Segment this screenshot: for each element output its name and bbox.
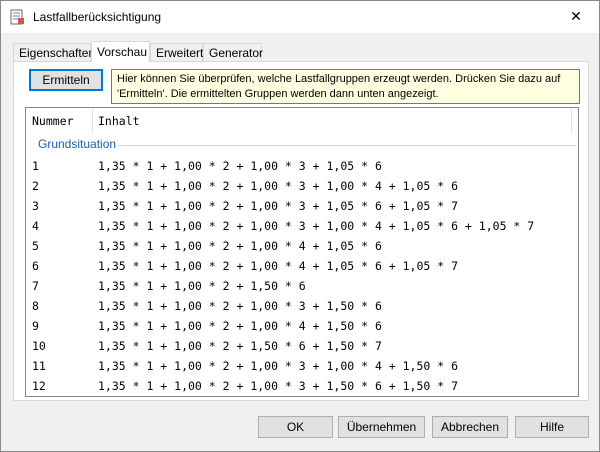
row-number: 11 [32,359,46,373]
help-button[interactable]: Hilfe [515,416,589,438]
row-content: 1,35 * 1 + 1,00 * 2 + 1,50 * 6 [98,279,306,293]
list-row[interactable]: 2 1,35 * 1 + 1,00 * 2 + 1,00 * 3 + 1,00 *… [26,176,578,196]
row-content: 1,35 * 1 + 1,00 * 2 + 1,50 * 6 + 1,50 * … [98,339,382,353]
ok-button[interactable]: OK [258,416,333,438]
list-row[interactable]: 4 1,35 * 1 + 1,00 * 2 + 1,00 * 3 + 1,00 *… [26,216,578,236]
window-title: Lastfallberücksichtigung [33,10,162,24]
group-label: Grundsituation [38,137,117,151]
tab-label: Vorschau [97,45,148,59]
title-bar: Lastfallberücksichtigung ✕ [1,1,599,33]
list-row[interactable]: 12 1,35 * 1 + 1,00 * 2 + 1,00 * 3 + 1,50 … [26,376,578,396]
row-content: 1,35 * 1 + 1,00 * 2 + 1,00 * 3 + 1,05 * … [98,199,459,213]
dialog-window: Lastfallberücksichtigung ✕ Eigenschaften… [0,0,600,452]
list-row[interactable]: 8 1,35 * 1 + 1,00 * 2 + 1,00 * 3 + 1,50 *… [26,296,578,316]
row-number: 4 [32,219,39,233]
apply-button[interactable]: Übernehmen [338,416,425,438]
column-header-inhalt[interactable]: Inhalt [98,114,140,128]
row-number: 2 [32,179,39,193]
list-row[interactable]: 11 1,35 * 1 + 1,00 * 2 + 1,00 * 3 + 1,00 … [26,356,578,376]
hint-line-2: 'Ermitteln'. Die ermittelten Gruppen wer… [117,88,439,100]
tab-label: Generator [209,46,264,60]
column-divider[interactable] [571,108,572,134]
row-content: 1,35 * 1 + 1,00 * 2 + 1,00 * 3 + 1,05 * … [98,159,382,173]
tab-vorschau[interactable]: Vorschau [91,41,150,62]
list-header: Nummer Inhalt [26,108,578,134]
row-number: 7 [32,279,39,293]
list-row[interactable]: 7 1,35 * 1 + 1,00 * 2 + 1,50 * 6 [26,276,578,296]
group-header: Grundsituation [26,136,578,154]
list-row[interactable]: 10 1,35 * 1 + 1,00 * 2 + 1,50 * 6 + 1,50 … [26,336,578,356]
app-icon [9,9,25,25]
tab-erweitert[interactable]: Erweitert [150,43,203,61]
cancel-button[interactable]: Abbrechen [432,416,508,438]
row-number: 9 [32,319,39,333]
tab-label: Eigenschaften [19,46,96,60]
close-button[interactable]: ✕ [553,1,599,32]
row-number: 12 [32,379,46,393]
ermitteln-button[interactable]: Ermitteln [29,69,103,91]
list-row[interactable]: 5 1,35 * 1 + 1,00 * 2 + 1,00 * 4 + 1,05 *… [26,236,578,256]
row-number: 1 [32,159,39,173]
list-row[interactable]: 1 1,35 * 1 + 1,00 * 2 + 1,00 * 3 + 1,05 *… [26,156,578,176]
row-content: 1,35 * 1 + 1,00 * 2 + 1,00 * 4 + 1,05 * … [98,259,459,273]
column-divider[interactable] [92,108,93,134]
groups-list[interactable]: Nummer Inhalt Grundsituation 1 1,35 * 1 +… [25,107,579,397]
list-row[interactable]: 9 1,35 * 1 + 1,00 * 2 + 1,00 * 4 + 1,50 *… [26,316,578,336]
tab-eigenschaften[interactable]: Eigenschaften [13,43,95,61]
row-content: 1,35 * 1 + 1,00 * 2 + 1,00 * 4 + 1,50 * … [98,319,382,333]
close-icon: ✕ [570,8,582,24]
tab-generator[interactable]: Generator [203,43,264,61]
row-number: 6 [32,259,39,273]
row-content: 1,35 * 1 + 1,00 * 2 + 1,00 * 3 + 1,50 * … [98,379,459,393]
hint-line-1: Hier können Sie überprüfen, welche Lastf… [117,73,561,85]
row-content: 1,35 * 1 + 1,00 * 2 + 1,00 * 3 + 1,50 * … [98,299,382,313]
row-content: 1,35 * 1 + 1,00 * 2 + 1,00 * 3 + 1,00 * … [98,359,459,373]
list-row[interactable]: 3 1,35 * 1 + 1,00 * 2 + 1,00 * 3 + 1,05 *… [26,196,578,216]
row-content: 1,35 * 1 + 1,00 * 2 + 1,00 * 3 + 1,00 * … [98,179,459,193]
row-number: 3 [32,199,39,213]
hint-box: Hier können Sie überprüfen, welche Lastf… [111,69,580,104]
list-rows: 1 1,35 * 1 + 1,00 * 2 + 1,00 * 3 + 1,05 *… [26,156,578,396]
group-divider [118,145,576,146]
row-number: 10 [32,339,46,353]
column-header-nummer[interactable]: Nummer [32,114,74,128]
row-number: 5 [32,239,39,253]
preview-tab-panel: Ermitteln Hier können Sie überprüfen, we… [13,61,589,401]
row-content: 1,35 * 1 + 1,00 * 2 + 1,00 * 3 + 1,00 * … [98,219,535,233]
row-number: 8 [32,299,39,313]
tab-label: Erweitert [156,46,204,60]
row-content: 1,35 * 1 + 1,00 * 2 + 1,00 * 4 + 1,05 * … [98,239,382,253]
list-row[interactable]: 6 1,35 * 1 + 1,00 * 2 + 1,00 * 4 + 1,05 *… [26,256,578,276]
